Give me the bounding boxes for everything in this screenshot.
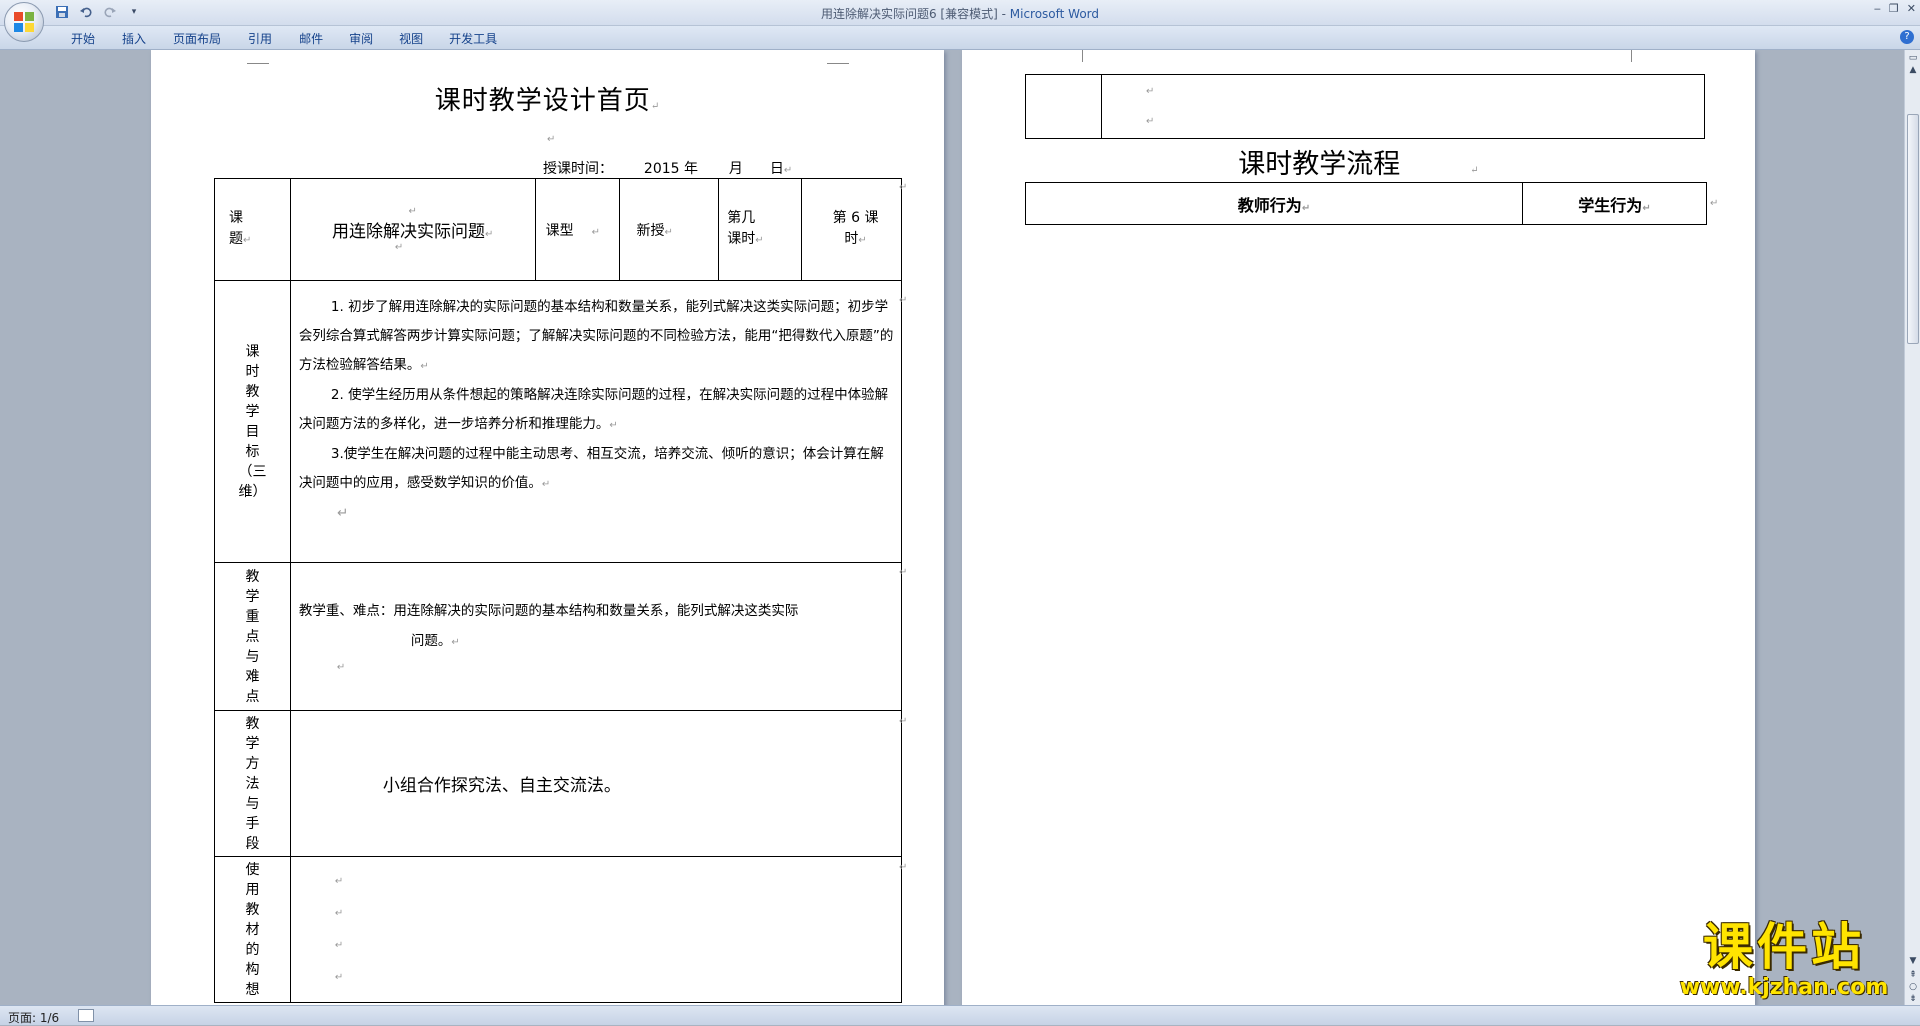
ribbon-tabs-bar: 开始 插入 页面布局 引用 邮件 审阅 视图 开发工具 ? — [0, 26, 1920, 50]
close-icon[interactable]: ✕ — [1907, 2, 1916, 15]
row-end-mark: ↵ — [899, 567, 908, 578]
crop-mark — [247, 50, 269, 64]
date-day: 日 — [769, 161, 784, 177]
lesson-type-cell[interactable]: 新授↵ — [619, 178, 720, 281]
row-end-mark: ↵ — [899, 295, 908, 306]
flow-title: 课时教学流程 ↵ — [1238, 149, 1479, 180]
minimize-icon[interactable]: ‒ — [1874, 2, 1881, 15]
restore-icon[interactable]: ❐ — [1889, 2, 1899, 15]
table-row: 课 题↵ ↵ 用连除解决实际问题↵ ↵ 课型 ↵ 新授↵ 第几 课时↵ 第 6 课 时… — [214, 178, 902, 281]
watermark-url: www.kjzhan.com — [1679, 975, 1889, 1000]
row-end-mark: ↵ — [899, 182, 908, 193]
goals-cell[interactable]: 1. 初步了解用连除解决的实际问题的基本结构和数量关系，能列式解决这类实际问题；… — [289, 280, 903, 563]
ribbon-tabs: 开始 插入 页面布局 引用 邮件 审阅 视图 开发工具 — [58, 30, 510, 47]
date-year: 2015 年 — [643, 161, 698, 177]
help-icon[interactable]: ? — [1900, 30, 1914, 44]
status-bar: 页面: 1/6 — [0, 1005, 1920, 1025]
materials-label-cell: 使 用 教 材 的 构 想 — [214, 856, 291, 1003]
lesson-type-label-cell: 课型 ↵ — [534, 178, 621, 281]
date-label: 授课时间： — [543, 161, 613, 177]
tab-view[interactable]: 视图 — [386, 30, 436, 47]
document-page-1: 课时教学设计首页↵ ↵ 授课时间： 2015 年 月 日↵ 课 题↵ ↵ 用连除解… — [151, 50, 944, 1005]
next-page-icon[interactable]: ⇟ — [1907, 993, 1919, 1005]
tab-references[interactable]: 引用 — [234, 30, 286, 47]
proofing-status-icon[interactable] — [78, 1009, 94, 1022]
continued-content-cell[interactable]: ↵ ↵ — [1101, 74, 1705, 139]
materials-cell[interactable]: ↵ ↵ ↵ ↵ — [289, 856, 903, 1003]
scroll-down-icon[interactable]: ▼ — [1907, 955, 1919, 967]
goal-item: 3.使学生在解决问题的过程中能主动思考、相互交流，培养交流、倾听的意识；体会计算… — [298, 446, 884, 491]
goal-item: 2. 使学生经历用从条件想起的策略解决连除实际问题的过程，在解决实际问题的过程中… — [298, 387, 889, 432]
tab-home[interactable]: 开始 — [58, 30, 108, 47]
tab-developer[interactable]: 开发工具 — [436, 30, 510, 47]
tab-review[interactable]: 审阅 — [336, 30, 386, 47]
topic-cell[interactable]: ↵ 用连除解决实际问题↵ ↵ — [289, 178, 536, 281]
office-button[interactable] — [4, 2, 44, 42]
window-title: 用连除解决实际问题6 [兼容模式] - Microsoft Word — [0, 5, 1920, 22]
table-row: ↵ ↵ — [1025, 74, 1705, 139]
row-end-mark: ↵ — [1710, 198, 1719, 209]
table-row: 教 学 方 法 与 手 段 小组合作探究法、自主交流法。 — [214, 710, 903, 857]
ruler-toggle-icon[interactable]: ▭ — [1907, 52, 1919, 64]
page-title: 课时教学设计首页↵ — [434, 86, 661, 116]
vertical-scrollbar[interactable]: ▭ ▲ ▼ ⇞ ○ ⇟ — [1904, 50, 1920, 1005]
topic-label-cell: 课 题↵ — [214, 178, 291, 281]
app-name: Microsoft Word — [1009, 7, 1100, 21]
title-bar: ▾ 用连除解决实际问题6 [兼容模式] - Microsoft Word ‒ ❐… — [0, 0, 1920, 42]
table-header-row: 教师行为↵ 学生行为↵ — [1025, 182, 1707, 225]
browse-object-icon[interactable]: ○ — [1907, 981, 1919, 993]
lesson-topic: 用连除解决实际问题 — [332, 222, 486, 242]
watermark-title: 课件站 — [1703, 918, 1865, 976]
continued-table: ↵ ↵ — [1025, 74, 1705, 139]
continued-label-cell — [1025, 74, 1102, 139]
date-month: 月 — [728, 161, 743, 177]
class-date-line: 授课时间： 2015 年 月 日↵ — [543, 161, 793, 177]
table-row: 教 学 重 点 与 难 点 教学重、难点：用连除解决的实际问题的基本结构和数量关… — [214, 562, 903, 711]
window-controls: ‒ ❐ ✕ — [1874, 2, 1916, 15]
office-logo-icon — [14, 12, 34, 32]
table-row: 使 用 教 材 的 构 想 ↵ ↵ ↵ ↵ — [214, 856, 903, 1003]
row-end-mark: ↵ — [899, 716, 908, 727]
scroll-up-icon[interactable]: ▲ — [1907, 64, 1919, 76]
tab-insert[interactable]: 插入 — [108, 30, 160, 47]
crop-mark — [1610, 50, 1632, 62]
key-points-label-cell: 教 学 重 点 与 难 点 — [214, 562, 291, 711]
methods-label-cell: 教 学 方 法 与 手 段 — [214, 710, 291, 857]
goal-item: 1. 初步了解用连除解决的实际问题的基本结构和数量关系，能列式解决这类实际问题；… — [298, 299, 894, 373]
crop-mark — [827, 50, 849, 64]
document-page-2: ↵ ↵ 课时教学流程 ↵ 教师行为↵ 学生行为↵ ↵ — [962, 50, 1755, 1005]
tab-page-layout[interactable]: 页面布局 — [160, 30, 234, 47]
row-end-mark: ↵ — [899, 862, 908, 873]
lesson-info-table: 课 题↵ ↵ 用连除解决实际问题↵ ↵ 课型 ↵ 新授↵ 第几 课时↵ 第 6 课 时… — [214, 178, 903, 1003]
page-indicator[interactable]: 页面: 1/6 — [8, 1009, 59, 1026]
scroll-thumb[interactable] — [1907, 114, 1919, 344]
paragraph-mark: ↵ — [547, 134, 556, 145]
document-workspace: 课时教学设计首页↵ ↵ 授课时间： 2015 年 月 日↵ 课 题↵ ↵ 用连除解… — [0, 50, 1904, 1005]
key-points-cell[interactable]: 教学重、难点：用连除解决的实际问题的基本结构和数量关系，能列式解决这类实际 问题… — [289, 562, 903, 711]
crop-mark — [1082, 50, 1104, 62]
document-title: 用连除解决实际问题6 [兼容模式] - — [820, 7, 1010, 21]
teaching-flow-table: 教师行为↵ 学生行为↵ — [1025, 182, 1707, 225]
teacher-column-header: 教师行为↵ — [1025, 182, 1523, 225]
goals-label-cell: 课 时 教 学 目 标 （三 维） — [214, 280, 291, 563]
student-column-header: 学生行为↵ — [1522, 182, 1707, 225]
previous-page-icon[interactable]: ⇞ — [1907, 969, 1919, 981]
site-watermark-logo: 课件站 www.kjzhan.com — [1670, 918, 1898, 1002]
table-row: 课 时 教 学 目 标 （三 维） 1. 初步了解用连除解决的实际问题的基本结构… — [214, 280, 903, 563]
period-label-cell: 第几 课时↵ — [718, 178, 803, 281]
tab-mailings[interactable]: 邮件 — [286, 30, 336, 47]
period-value-cell[interactable]: 第 6 课 时↵ — [801, 178, 902, 281]
methods-cell[interactable]: 小组合作探究法、自主交流法。 — [289, 710, 903, 857]
